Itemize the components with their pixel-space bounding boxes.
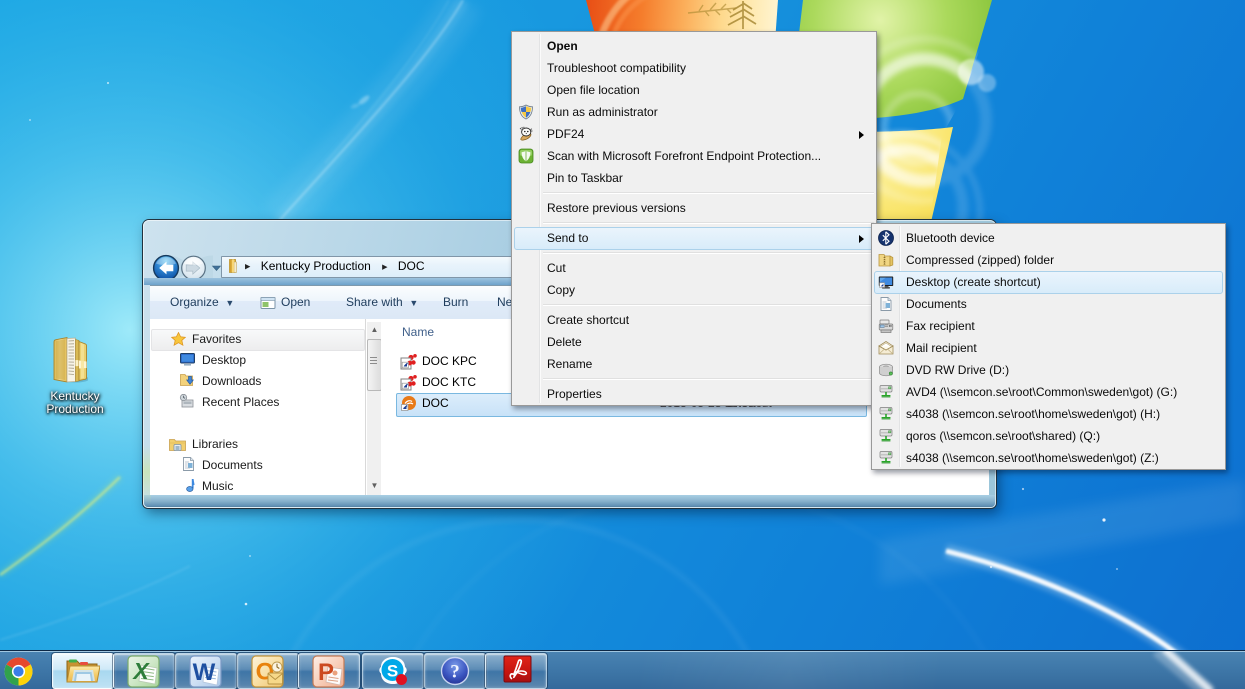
svg-text:P: P [318, 659, 334, 686]
svg-text:?: ? [450, 662, 460, 683]
svg-text:X: X [131, 658, 150, 684]
svg-text:W: W [193, 659, 216, 686]
